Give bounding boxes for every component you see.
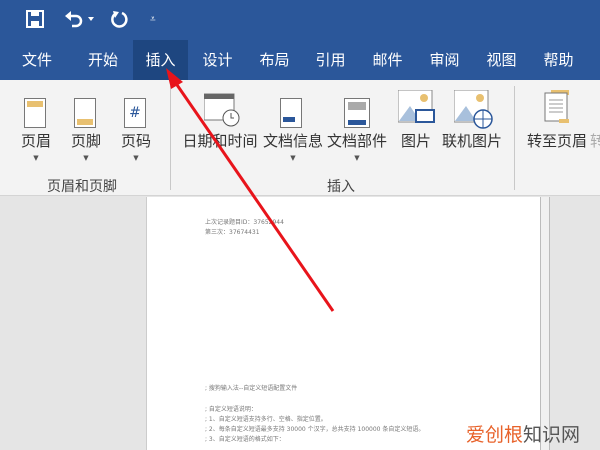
red-arrow-annotation <box>166 68 335 312</box>
